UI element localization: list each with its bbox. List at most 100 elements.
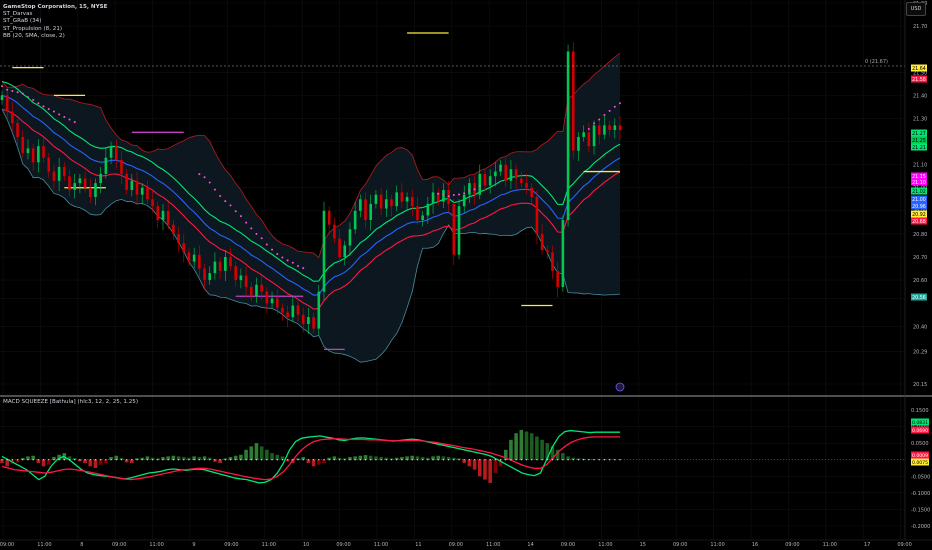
candle-body bbox=[379, 194, 383, 209]
price-badge-label: 20.92 bbox=[912, 212, 926, 218]
macd-badge-label: 0.0009 bbox=[912, 453, 928, 459]
candle-body bbox=[364, 199, 367, 221]
candle-body bbox=[125, 173, 128, 191]
chart-canvas[interactable]: 0 (21.67) 21.8021.7021.5021.4021.3021.20… bbox=[0, 0, 932, 550]
candle-body bbox=[535, 196, 539, 234]
propulsion-dot bbox=[229, 204, 232, 207]
candle-body bbox=[140, 187, 144, 195]
price-badge-label: 21.00 bbox=[912, 197, 926, 203]
candle-body bbox=[431, 192, 435, 204]
squeeze-dot bbox=[582, 459, 585, 461]
macd-squeeze-title[interactable]: MACD SQUEEZE [Bathula] (hlc3, 12, 2, 25,… bbox=[3, 399, 138, 405]
squeeze-dot bbox=[479, 459, 481, 461]
candle-body bbox=[359, 199, 362, 211]
candle-body bbox=[385, 199, 388, 209]
propulsion-dot bbox=[52, 110, 55, 113]
squeeze-dot bbox=[551, 459, 554, 461]
squeeze-dot bbox=[312, 459, 315, 461]
candle-body bbox=[26, 148, 30, 154]
macd-histogram-bar bbox=[239, 454, 243, 460]
squeeze-dot bbox=[115, 459, 117, 461]
squeeze-dot bbox=[608, 459, 611, 461]
macd-tick-label: -0.1000 bbox=[911, 491, 930, 497]
symbol-title[interactable]: GameStop Corporation, 15, NYSE bbox=[3, 4, 108, 11]
squeeze-dot bbox=[271, 459, 273, 461]
propulsion-dot bbox=[619, 102, 621, 105]
propulsion-dot bbox=[478, 184, 481, 187]
squeeze-dot bbox=[22, 459, 24, 461]
candle-body bbox=[416, 206, 419, 221]
squeeze-dot bbox=[245, 459, 247, 461]
macd-histogram-bar bbox=[535, 436, 539, 460]
squeeze-dot bbox=[53, 459, 55, 461]
propulsion-dot bbox=[473, 188, 476, 191]
macd-histogram-bar bbox=[493, 459, 498, 473]
propulsion-dot bbox=[68, 118, 71, 121]
squeeze-dot bbox=[567, 459, 569, 461]
price-badge-label: 21.64 bbox=[912, 66, 926, 72]
candle-body bbox=[566, 51, 570, 221]
squeeze-dot bbox=[292, 459, 294, 461]
price-badge-label: 20.88 bbox=[912, 219, 926, 225]
squeeze-dot bbox=[390, 459, 393, 461]
candle-body bbox=[556, 270, 559, 288]
candle-body bbox=[177, 233, 180, 244]
squeeze-dot bbox=[364, 459, 367, 461]
squeeze-dot bbox=[333, 459, 336, 461]
squeeze-dot bbox=[338, 459, 341, 461]
squeeze-dot bbox=[183, 459, 185, 461]
propulsion-dot bbox=[26, 96, 29, 99]
candle-body bbox=[494, 171, 497, 177]
macd-tick-label: 0.1500 bbox=[911, 408, 929, 414]
squeeze-dot bbox=[193, 459, 195, 461]
squeeze-dot bbox=[453, 459, 455, 461]
event-marker-icon[interactable] bbox=[615, 382, 625, 392]
squeeze-dot bbox=[302, 459, 304, 461]
candle-body bbox=[405, 196, 409, 202]
price-tick-label: 21.30 bbox=[913, 116, 927, 122]
squeeze-dot bbox=[32, 459, 34, 461]
candle-body bbox=[47, 157, 51, 172]
candle-body bbox=[21, 136, 25, 154]
propulsion-dot bbox=[213, 188, 216, 191]
propulsion-dot bbox=[245, 221, 248, 224]
squeeze-dot bbox=[48, 459, 50, 461]
squeeze-dot bbox=[562, 459, 564, 461]
currency-button[interactable]: USD bbox=[906, 2, 926, 16]
candle-body bbox=[551, 252, 554, 271]
propulsion-dot bbox=[6, 88, 9, 91]
candle-body bbox=[530, 187, 534, 197]
propulsion-dot bbox=[452, 194, 455, 197]
indicator-grab-label[interactable]: ST_GRaB (34) bbox=[3, 18, 108, 25]
macd-badge-label: 0.0075 bbox=[912, 460, 928, 466]
time-tick-label: 09:00 bbox=[112, 542, 126, 548]
squeeze-dot bbox=[110, 459, 112, 461]
indicator-bb-label[interactable]: BB (20, SMA, close, 2) bbox=[3, 33, 108, 40]
candle-body bbox=[73, 183, 77, 191]
candle-body bbox=[114, 146, 118, 161]
time-tick-label: 11:00 bbox=[486, 542, 500, 548]
macd-histogram-bar bbox=[244, 449, 248, 460]
squeeze-dot bbox=[572, 459, 574, 461]
propulsion-dot bbox=[271, 248, 274, 251]
squeeze-dot bbox=[468, 459, 471, 461]
candle-body bbox=[462, 194, 466, 207]
squeeze-dot bbox=[286, 459, 289, 461]
squeeze-dot bbox=[344, 459, 346, 461]
squeeze-dot bbox=[442, 459, 445, 461]
squeeze-dot bbox=[458, 459, 460, 461]
squeeze-dot bbox=[141, 459, 143, 461]
macd-histogram-bar bbox=[467, 459, 472, 467]
squeeze-dot bbox=[224, 459, 227, 461]
candle-body bbox=[307, 317, 310, 324]
squeeze-dot bbox=[63, 459, 66, 461]
indicator-darvas-label[interactable]: ST_Darvas bbox=[3, 11, 108, 18]
candle-body bbox=[234, 266, 237, 281]
propulsion-dot bbox=[593, 122, 596, 125]
candle-body bbox=[166, 210, 170, 225]
propulsion-dot bbox=[37, 102, 40, 105]
squeeze-dot bbox=[598, 459, 600, 461]
indicator-propulsion-label[interactable]: ST_Propulsion (8, 21) bbox=[3, 26, 108, 33]
squeeze-dot bbox=[84, 459, 86, 461]
squeeze-dot bbox=[94, 459, 97, 461]
